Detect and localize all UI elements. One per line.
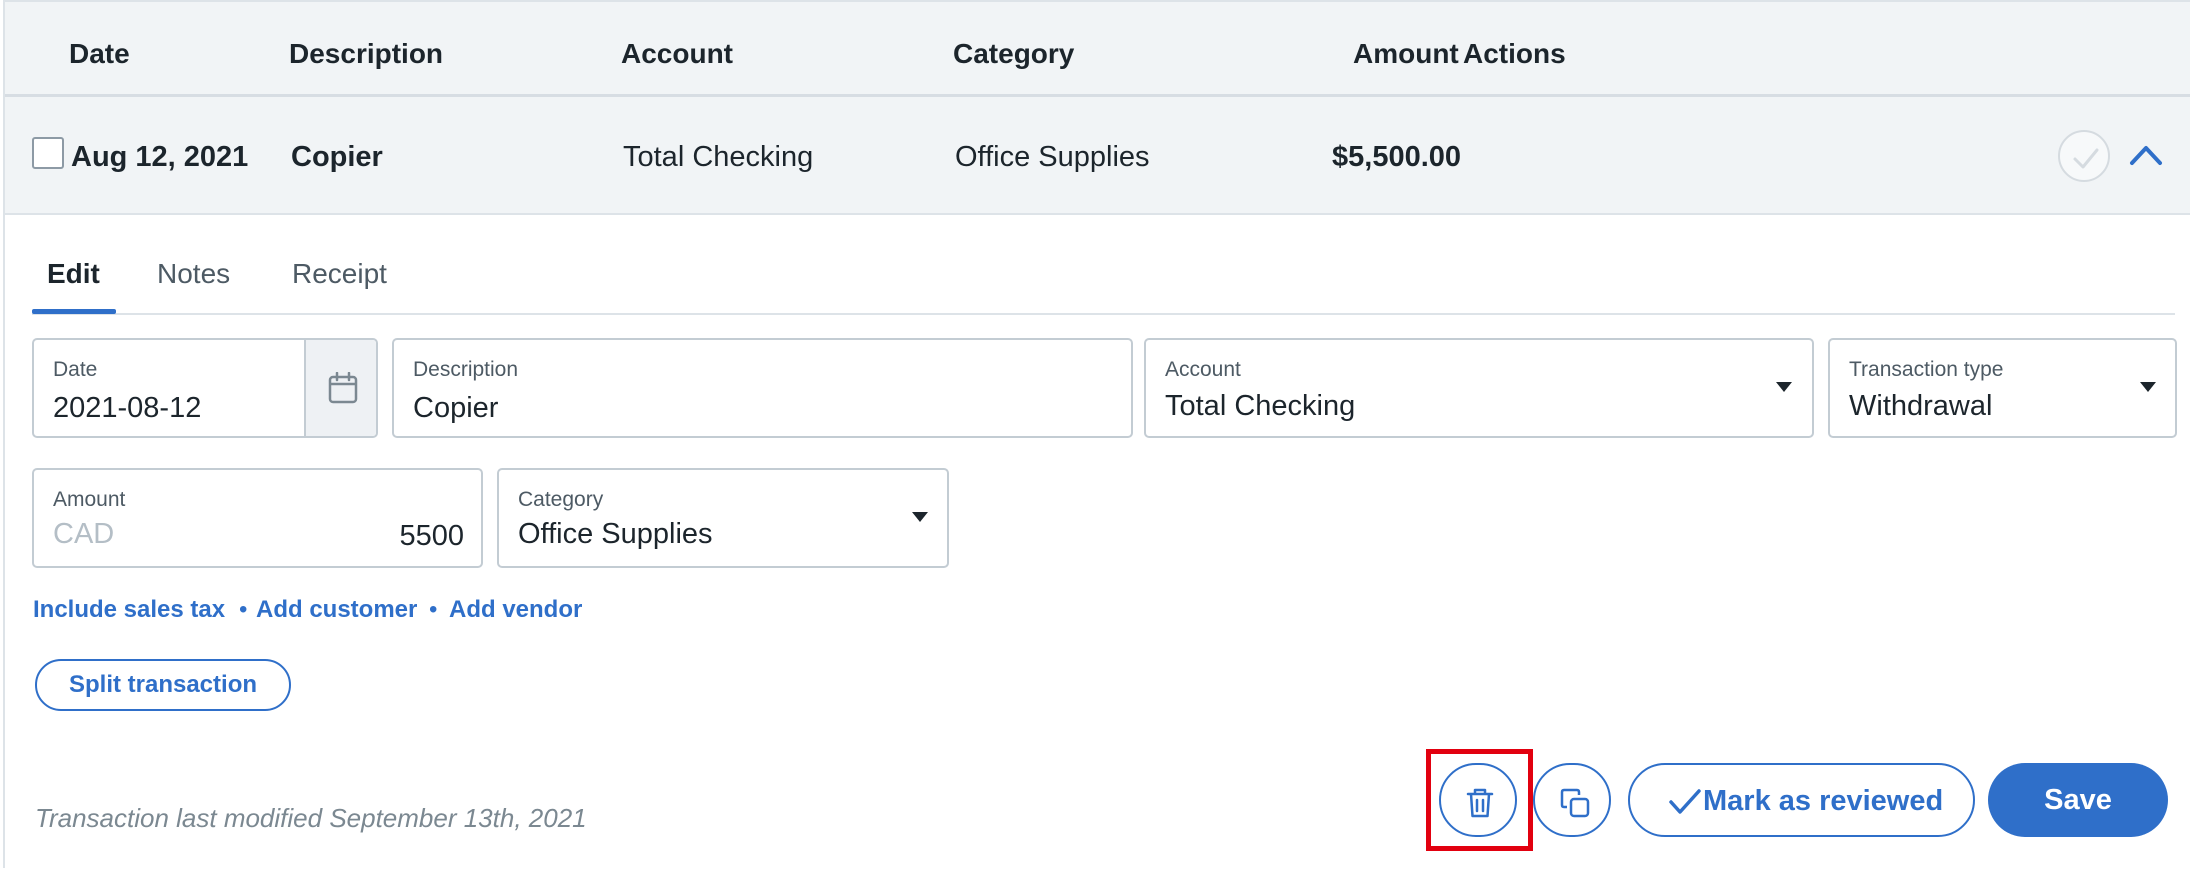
active-tab-indicator xyxy=(32,309,116,314)
amount-input[interactable]: 5500 xyxy=(399,520,464,553)
mark-as-reviewed-label: Mark as reviewed xyxy=(1703,785,1944,817)
checkmark-icon xyxy=(2073,148,2099,169)
caret-down-icon xyxy=(2140,382,2156,392)
account-select[interactable]: Account Total Checking xyxy=(1144,338,1814,438)
transaction-type-select[interactable]: Transaction type Withdrawal xyxy=(1828,338,2177,438)
amount-field-label: Amount xyxy=(53,488,126,511)
date-picker-button[interactable] xyxy=(304,340,376,436)
column-header-date[interactable]: Date xyxy=(69,38,130,70)
category-select[interactable]: Category Office Supplies xyxy=(497,468,949,568)
split-transaction-button[interactable]: Split transaction xyxy=(35,659,291,711)
checkmark-icon xyxy=(1669,789,1701,814)
tab-divider xyxy=(32,313,2175,315)
date-field-value[interactable]: 2021-08-12 xyxy=(53,392,201,425)
link-separator: • xyxy=(239,596,248,623)
chevron-up-icon[interactable] xyxy=(2127,139,2165,169)
duplicate-button[interactable] xyxy=(1533,763,1611,837)
row-date: Aug 12, 2021 xyxy=(71,141,249,173)
tab-notes[interactable]: Notes xyxy=(157,258,230,290)
calendar-icon xyxy=(328,372,358,404)
amount-field[interactable]: Amount CAD 5500 xyxy=(32,468,483,568)
account-select-label: Account xyxy=(1165,358,1241,381)
column-header-category[interactable]: Category xyxy=(953,38,1074,70)
column-header-actions: Actions xyxy=(1463,38,1566,69)
column-header-description[interactable]: Description xyxy=(289,38,443,70)
row-amount: $5,500.00 xyxy=(1332,141,1462,173)
description-field[interactable]: Description Copier xyxy=(392,338,1133,438)
description-input[interactable]: Copier xyxy=(413,392,498,425)
row-account: Total Checking xyxy=(623,141,814,173)
column-header-amount[interactable]: Amount xyxy=(1353,38,1459,70)
category-select-label: Category xyxy=(518,488,604,511)
date-field[interactable]: Date 2021-08-12 xyxy=(32,338,378,438)
mark-as-reviewed-button[interactable]: Mark as reviewed xyxy=(1628,763,1975,837)
description-field-label: Description xyxy=(413,358,519,381)
column-header-account[interactable]: Account xyxy=(621,38,733,70)
date-field-label: Date xyxy=(53,358,98,381)
copy-icon xyxy=(1560,788,1590,818)
caret-down-icon xyxy=(912,512,928,522)
add-vendor-link[interactable]: Add vendor xyxy=(449,596,582,624)
include-sales-tax-link[interactable]: Include sales tax xyxy=(33,596,225,624)
category-select-value: Office Supplies xyxy=(518,518,713,550)
row-checkbox[interactable] xyxy=(32,137,64,169)
table-header: Date Description Account Category Amount… xyxy=(5,0,2190,97)
transaction-panel: Date Description Account Category Amount… xyxy=(3,0,2190,868)
link-separator: • xyxy=(429,596,438,623)
table-row[interactable]: Aug 12, 2021 Copier Total Checking Offic… xyxy=(5,97,2190,215)
save-button[interactable]: Save xyxy=(1988,763,2168,837)
tab-receipt[interactable]: Receipt xyxy=(292,258,387,290)
caret-down-icon xyxy=(1776,382,1792,392)
add-customer-link[interactable]: Add customer xyxy=(256,596,417,624)
currency-prefix: CAD xyxy=(53,518,115,550)
transaction-type-value: Withdrawal xyxy=(1849,390,1993,422)
transaction-type-label: Transaction type xyxy=(1849,358,2004,381)
tab-edit[interactable]: Edit xyxy=(47,258,100,290)
account-select-value: Total Checking xyxy=(1165,390,1356,422)
row-category: Office Supplies xyxy=(955,141,1150,173)
delete-button-highlight xyxy=(1426,749,1533,851)
last-modified-text: Transaction last modified September 13th… xyxy=(35,803,587,833)
row-description: Copier xyxy=(291,141,383,173)
review-toggle-button[interactable] xyxy=(2058,130,2110,182)
